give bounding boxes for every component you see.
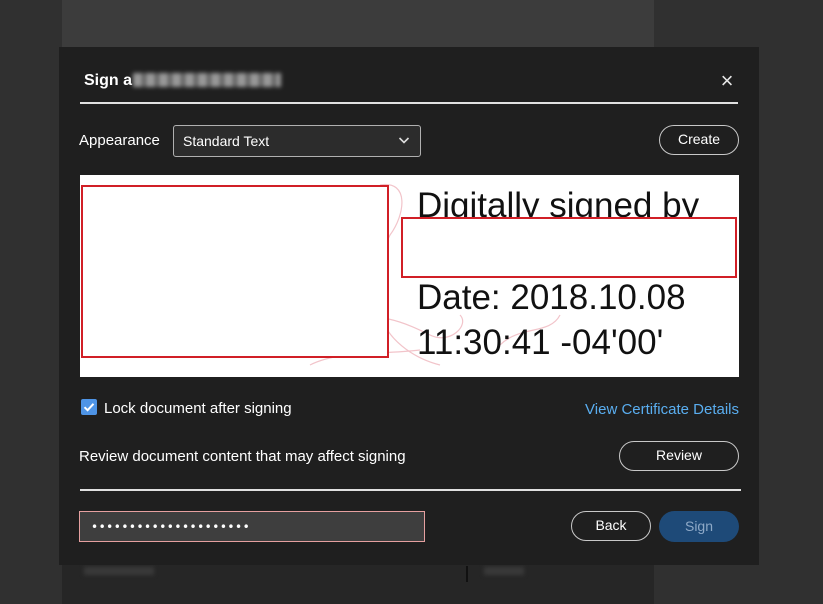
- appearance-selected-value: Standard Text: [183, 133, 270, 149]
- sign-button[interactable]: Sign: [659, 511, 739, 542]
- close-icon[interactable]: ×: [717, 70, 737, 92]
- dialog-title: Sign a: [84, 72, 282, 90]
- redacted-name-blur: [133, 73, 282, 87]
- footer-divider: [80, 489, 741, 491]
- redacted-signature-image: [81, 185, 389, 358]
- lock-document-checkbox[interactable]: [81, 399, 97, 415]
- chevron-down-icon: [398, 126, 410, 167]
- password-field[interactable]: [79, 511, 425, 542]
- appearance-label: Appearance: [79, 132, 160, 149]
- sign-dialog: Sign a × Appearance Standard Text Create…: [59, 47, 759, 565]
- background-document: [62, 0, 654, 48]
- blurred-background-text: [84, 567, 154, 575]
- view-certificate-link[interactable]: View Certificate Details: [585, 401, 739, 418]
- blurred-background-text: [484, 567, 524, 575]
- dialog-title-text: Sign a: [84, 72, 133, 89]
- create-button[interactable]: Create: [659, 125, 739, 155]
- signature-preview: Digitally signed by Date: 2018.10.08 11:…: [80, 175, 739, 377]
- text-cursor: [466, 566, 468, 582]
- redacted-signer-name: [401, 217, 737, 278]
- signature-line-date: Date: 2018.10.08: [417, 278, 686, 317]
- signature-line-time: 11:30:41 -04'00': [417, 323, 664, 362]
- title-divider: [80, 102, 738, 104]
- lock-document-label: Lock document after signing: [104, 400, 292, 417]
- appearance-dropdown[interactable]: Standard Text: [173, 125, 421, 157]
- checkmark-icon: [83, 403, 95, 412]
- review-button[interactable]: Review: [619, 441, 739, 471]
- back-button[interactable]: Back: [571, 511, 651, 541]
- review-description: Review document content that may affect …: [79, 448, 406, 465]
